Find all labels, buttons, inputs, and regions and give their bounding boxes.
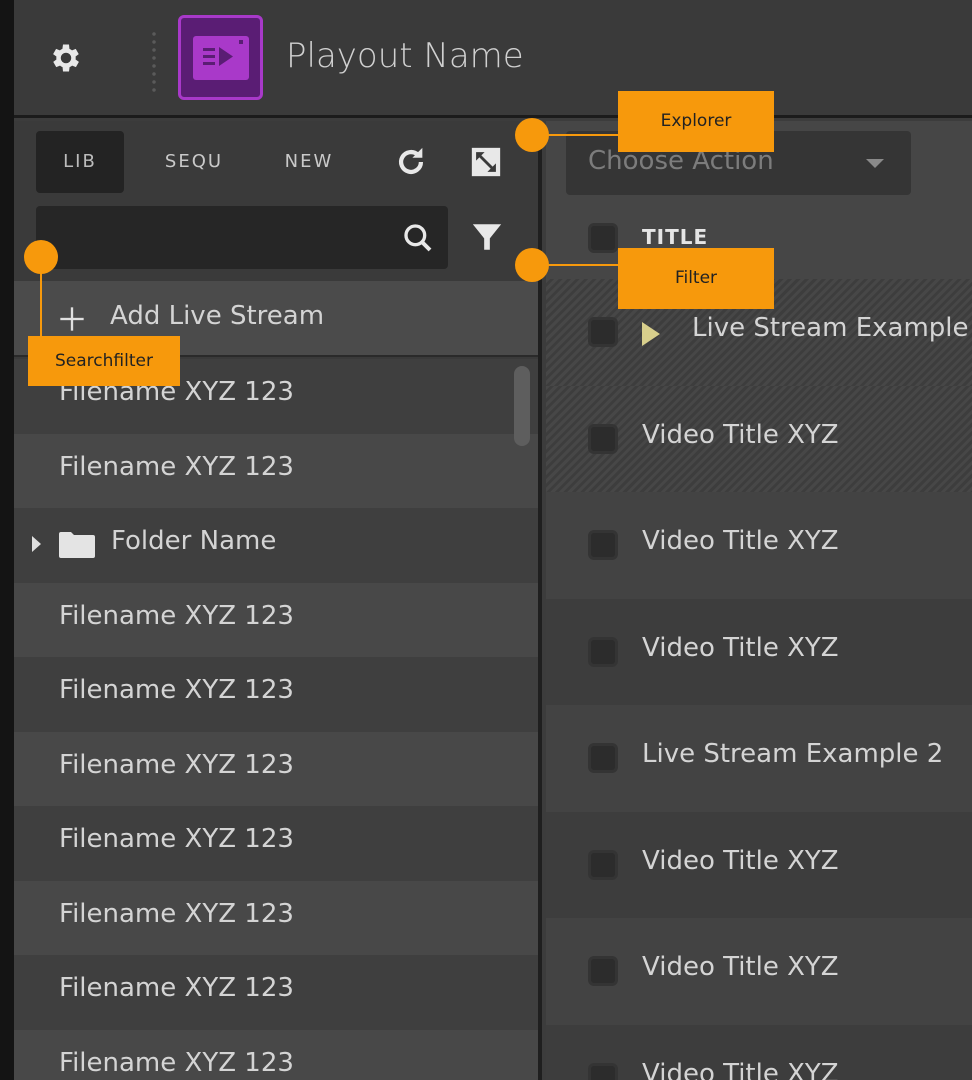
- library-panel: LIB SEQU NEW Add Live Stream Filename XY…: [14, 121, 542, 1080]
- table-row[interactable]: Video Title XYZ: [546, 918, 972, 1025]
- file-name: Filename XYZ 123: [59, 898, 294, 929]
- table-row[interactable]: Video Title XYZ: [546, 1024, 972, 1080]
- app-header: Playout Name: [14, 0, 972, 118]
- file-name: Filename XYZ 123: [59, 973, 294, 1003]
- row-title: Video Title XYZ: [642, 526, 839, 556]
- list-item[interactable]: Filename XYZ 123: [14, 433, 538, 508]
- app-logo-icon: [178, 15, 263, 100]
- filter-callout-dot: [515, 248, 549, 282]
- row-title: Video Title XYZ: [642, 952, 839, 982]
- row-checkbox[interactable]: [588, 956, 618, 986]
- file-name: Filename XYZ 123: [59, 1047, 294, 1078]
- list-item[interactable]: Filename XYZ 123: [14, 582, 538, 657]
- row-checkbox[interactable]: [588, 849, 618, 880]
- explorer-callout: Explorer: [618, 91, 774, 152]
- row-title: Video Title XYZ: [642, 845, 839, 876]
- table-row[interactable]: Video Title XYZ: [546, 492, 972, 599]
- file-name: Filename XYZ 123: [59, 675, 294, 705]
- list-item[interactable]: Filename XYZ 123: [14, 955, 538, 1030]
- playout-glyph-icon: [203, 40, 243, 66]
- refresh-icon[interactable]: [394, 145, 428, 179]
- scrollbar-thumb[interactable]: [514, 366, 530, 446]
- file-list: Filename XYZ 123 Filename XYZ 123 Folder…: [14, 359, 538, 1080]
- row-checkbox[interactable]: [588, 423, 618, 454]
- explorer-callout-dot: [515, 118, 549, 152]
- filter-callout: Filter: [618, 248, 774, 309]
- drag-handle-dots: [152, 30, 156, 92]
- file-name: Filename XYZ 123: [59, 600, 294, 631]
- tab-lib[interactable]: LIB: [36, 131, 124, 193]
- list-item[interactable]: Filename XYZ 123: [14, 806, 538, 881]
- table-row[interactable]: Live Stream Example 2: [546, 705, 972, 812]
- search-icon[interactable]: [402, 222, 434, 254]
- play-icon[interactable]: [642, 322, 660, 346]
- add-live-stream-label: Add Live Stream: [110, 301, 325, 331]
- gear-icon[interactable]: [48, 40, 84, 76]
- list-item[interactable]: Filename XYZ 123: [14, 657, 538, 732]
- table-row[interactable]: Video Title XYZ: [546, 811, 972, 918]
- searchfilter-callout: Searchfilter: [28, 336, 180, 386]
- row-checkbox[interactable]: [588, 530, 618, 560]
- file-name: Filename XYZ 123: [59, 749, 294, 780]
- tab-bar: LIB SEQU NEW: [14, 121, 538, 201]
- file-name: Filename XYZ 123: [59, 824, 294, 854]
- table-row[interactable]: Video Title XYZ: [546, 598, 972, 705]
- row-title: Live Stream Example: [692, 313, 969, 343]
- list-item[interactable]: Filename XYZ 123: [14, 880, 538, 955]
- row-checkbox[interactable]: [588, 636, 618, 667]
- dropdown-caret-icon: [866, 159, 884, 168]
- row-title: Video Title XYZ: [642, 1058, 839, 1080]
- page-title: Playout Name: [286, 36, 524, 76]
- app-window: Playout Name LIB SEQU NEW Add Live Strea…: [0, 0, 972, 1080]
- list-item[interactable]: Filename XYZ 123: [14, 731, 538, 806]
- folder-name: Folder Name: [111, 526, 277, 556]
- list-item[interactable]: Filename XYZ 123: [14, 1029, 538, 1080]
- row-title: Video Title XYZ: [642, 632, 839, 663]
- expand-icon[interactable]: [469, 145, 503, 179]
- file-name: Filename XYZ 123: [59, 451, 294, 482]
- row-title: Live Stream Example 2: [642, 739, 944, 769]
- plus-icon: [60, 307, 84, 331]
- folder-icon: [59, 532, 95, 558]
- search-input[interactable]: [36, 206, 448, 269]
- row-checkbox[interactable]: [588, 1062, 618, 1080]
- row-checkbox[interactable]: [588, 743, 618, 773]
- tab-sequ[interactable]: SEQU: [144, 131, 244, 193]
- filter-icon[interactable]: [470, 220, 504, 254]
- caret-right-icon[interactable]: [32, 536, 41, 552]
- column-title: TITLE: [642, 225, 709, 249]
- searchfilter-callout-dot: [24, 240, 58, 274]
- select-all-checkbox[interactable]: [588, 223, 618, 253]
- title-list: Live Stream Example Video Title XYZ Vide…: [546, 279, 972, 1080]
- tab-new[interactable]: NEW: [264, 131, 354, 193]
- table-row[interactable]: Video Title XYZ: [546, 385, 972, 492]
- folder-item[interactable]: Folder Name: [14, 508, 538, 583]
- row-checkbox[interactable]: [588, 317, 618, 347]
- row-title: Video Title XYZ: [642, 419, 839, 450]
